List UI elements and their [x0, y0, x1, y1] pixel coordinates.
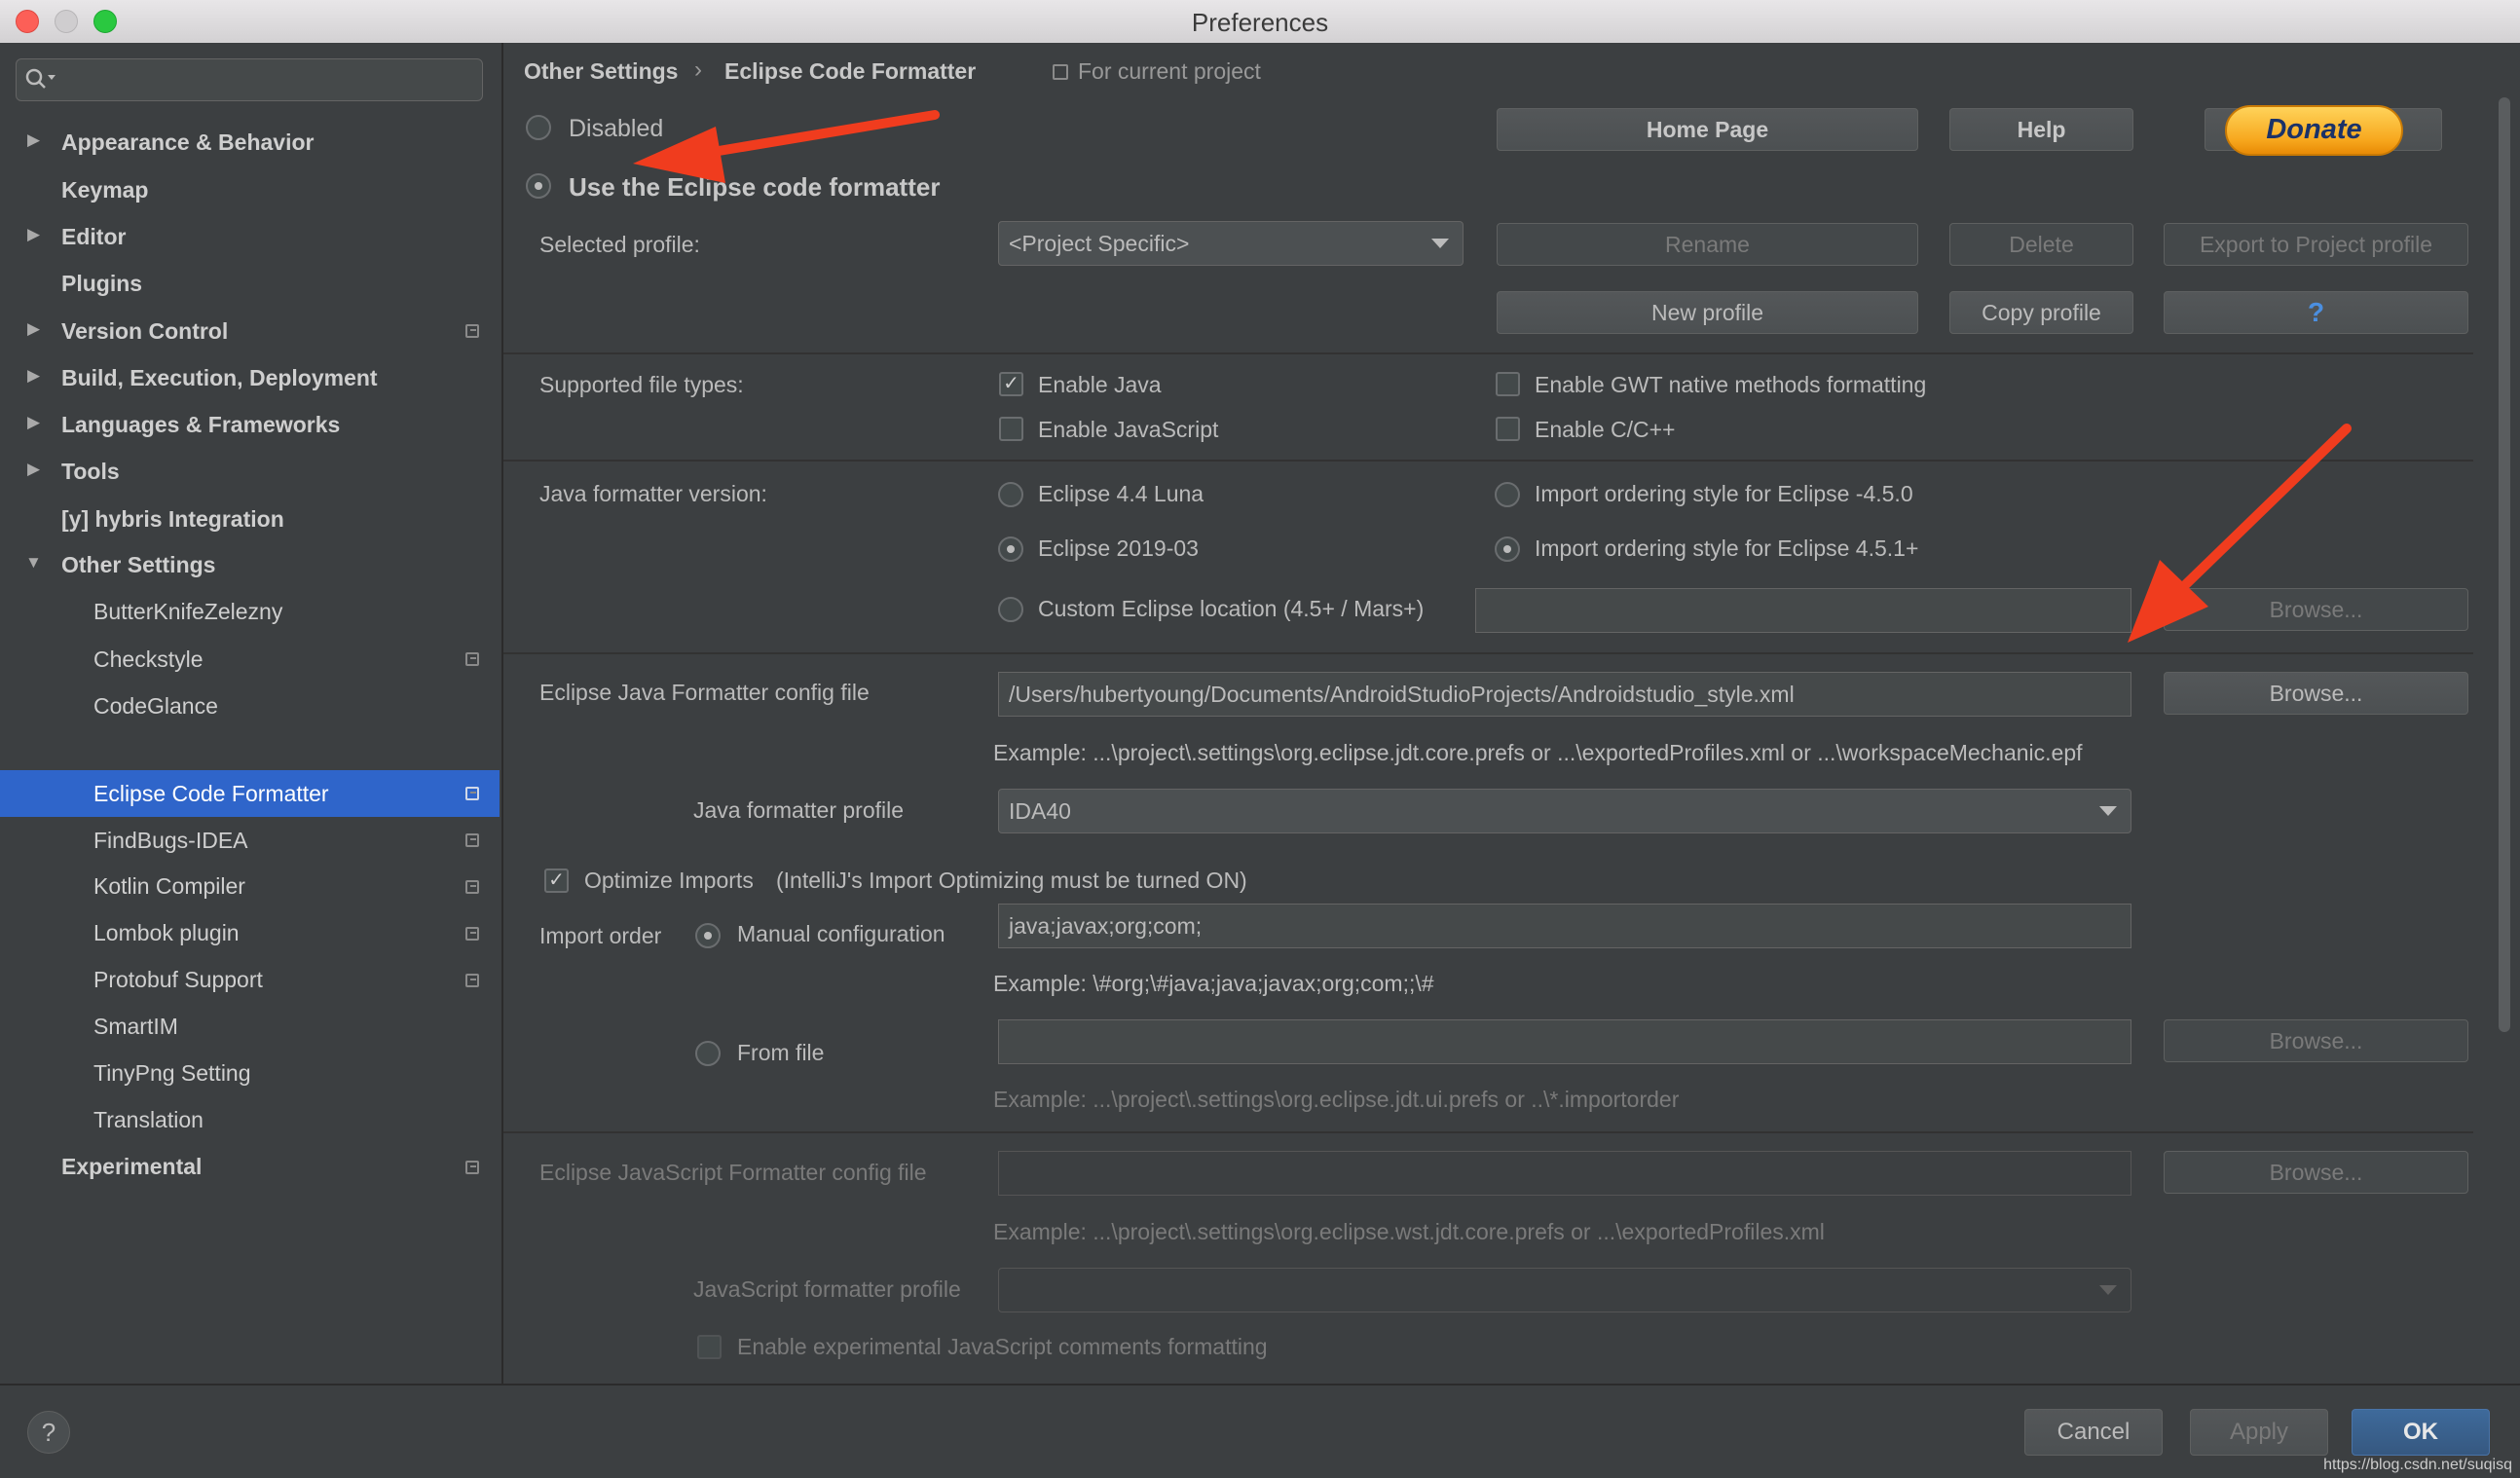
- dialog-footer: ? Cancel Apply OK https://blog.csdn.net/…: [0, 1384, 2520, 1478]
- help-question-icon[interactable]: ?: [27, 1411, 70, 1454]
- apply-button[interactable]: Apply: [2190, 1409, 2328, 1456]
- annotation-arrows: [633, 110, 2352, 643]
- cancel-button[interactable]: Cancel: [2024, 1409, 2163, 1456]
- annotation-arrow-icon: [633, 110, 940, 183]
- annotation-arrow-icon: [2128, 424, 2352, 643]
- watermark-text: https://blog.csdn.net/suqisq: [2323, 1457, 2512, 1473]
- ok-button[interactable]: OK: [2352, 1409, 2490, 1456]
